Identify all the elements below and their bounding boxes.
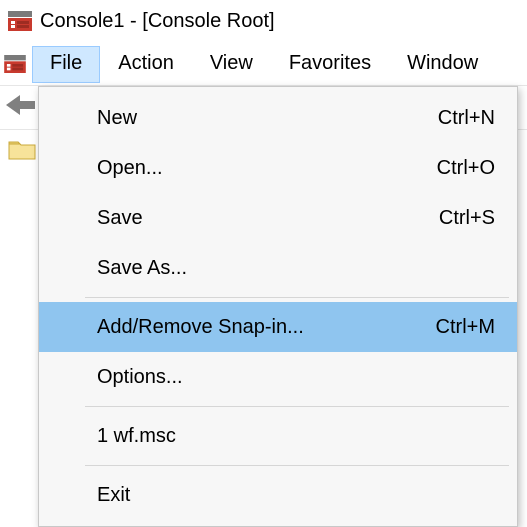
menu-item-open[interactable]: Open... Ctrl+O [39,143,517,193]
menu-item-label: New [97,107,438,130]
back-arrow-icon[interactable] [6,93,36,123]
menu-item-shortcut: Ctrl+O [437,157,495,180]
file-menu-dropdown: New Ctrl+N Open... Ctrl+O Save Ctrl+S Sa… [38,86,518,527]
menu-item-label: 1 wf.msc [97,425,495,448]
menu-item-label: Options... [97,366,495,389]
menu-item-label: Save [97,207,439,230]
console-icon [4,51,26,79]
menu-action[interactable]: Action [100,46,192,83]
menu-item-save[interactable]: Save Ctrl+S [39,193,517,243]
menu-item-recent-1[interactable]: 1 wf.msc [39,411,517,461]
menubar: File Action View Favorites Window [0,40,527,86]
folder-icon[interactable] [8,138,36,166]
menu-favorites[interactable]: Favorites [271,46,389,83]
menu-view[interactable]: View [192,46,271,83]
menu-item-label: Exit [97,484,495,507]
menu-item-exit[interactable]: Exit [39,470,517,520]
menu-item-label: Open... [97,157,437,180]
menu-item-shortcut: Ctrl+N [438,107,495,130]
menu-item-shortcut: Ctrl+M [436,316,495,339]
menu-item-shortcut: Ctrl+S [439,207,495,230]
menu-file[interactable]: File [32,46,100,83]
window-title: Console1 - [Console Root] [40,10,275,33]
menu-separator [85,297,509,298]
menu-separator [85,406,509,407]
menu-separator [85,465,509,466]
menu-item-new[interactable]: New Ctrl+N [39,93,517,143]
console-icon [8,11,32,31]
menu-item-options[interactable]: Options... [39,352,517,402]
titlebar: Console1 - [Console Root] [0,0,527,40]
menu-window[interactable]: Window [389,46,496,83]
menu-item-label: Add/Remove Snap-in... [97,316,436,339]
menu-item-add-remove-snapin[interactable]: Add/Remove Snap-in... Ctrl+M [39,302,517,352]
menu-item-save-as[interactable]: Save As... [39,243,517,293]
menu-item-label: Save As... [97,257,495,280]
